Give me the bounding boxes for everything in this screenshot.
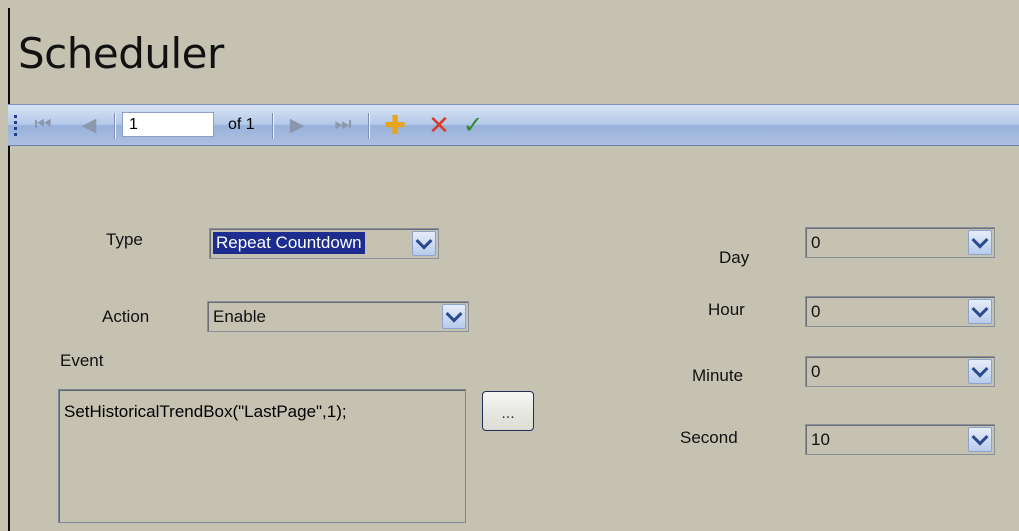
previous-record-icon[interactable]: ◀: [76, 105, 102, 145]
second-value: 10: [811, 430, 830, 449]
delete-record-icon[interactable]: ✕: [422, 105, 456, 145]
action-value: Enable: [213, 307, 266, 326]
toolbar-separator: [114, 113, 115, 139]
action-dropdown[interactable]: Enable: [207, 301, 469, 332]
chevron-down-icon[interactable]: [968, 230, 992, 255]
browse-event-button[interactable]: ...: [482, 391, 534, 431]
day-label: Day: [719, 248, 750, 267]
next-record-icon[interactable]: ▶: [284, 105, 310, 145]
chevron-down-icon[interactable]: [412, 231, 436, 256]
minute-label: Minute: [692, 366, 744, 385]
record-count-label: of 1: [228, 116, 255, 133]
chevron-down-icon[interactable]: [968, 427, 992, 452]
minute-dropdown[interactable]: 0: [805, 356, 995, 387]
type-dropdown[interactable]: Repeat Countdown: [209, 228, 439, 259]
chevron-down-icon[interactable]: [968, 359, 992, 384]
record-position-input[interactable]: 1: [122, 112, 214, 137]
scheduler-window: Scheduler ⏮ ◀ 1 of 1 ▶ ⏭ ✚ ✕ ✓ Type Repe…: [0, 0, 1019, 531]
event-label: Event: [60, 351, 104, 370]
record-navigator-toolbar: ⏮ ◀ 1 of 1 ▶ ⏭ ✚ ✕ ✓: [8, 104, 1019, 146]
apply-changes-icon[interactable]: ✓: [456, 105, 490, 145]
event-script-textarea[interactable]: SetHistoricalTrendBox("LastPage",1);: [58, 389, 466, 523]
day-dropdown[interactable]: 0: [805, 227, 995, 258]
hour-value: 0: [811, 302, 821, 321]
action-label: Action: [102, 307, 150, 326]
hour-label: Hour: [708, 300, 745, 319]
page-title: Scheduler: [18, 29, 224, 78]
toolbar-separator: [368, 113, 369, 139]
chevron-down-icon[interactable]: [442, 304, 466, 329]
toolbar-separator: [272, 113, 273, 139]
second-label: Second: [680, 428, 738, 447]
type-value: Repeat Countdown: [213, 232, 365, 254]
hour-dropdown[interactable]: 0: [805, 296, 995, 327]
type-label: Type: [106, 230, 143, 249]
second-dropdown[interactable]: 10: [805, 424, 995, 455]
grip-icon[interactable]: [12, 105, 18, 145]
add-record-icon[interactable]: ✚: [378, 105, 412, 145]
last-record-icon[interactable]: ⏭: [330, 105, 356, 145]
chevron-down-icon[interactable]: [968, 299, 992, 324]
first-record-icon[interactable]: ⏮: [30, 105, 56, 145]
day-value: 0: [811, 233, 821, 252]
event-script-text: SetHistoricalTrendBox("LastPage",1);: [64, 402, 347, 421]
window-border: [8, 8, 10, 531]
minute-value: 0: [811, 362, 821, 381]
